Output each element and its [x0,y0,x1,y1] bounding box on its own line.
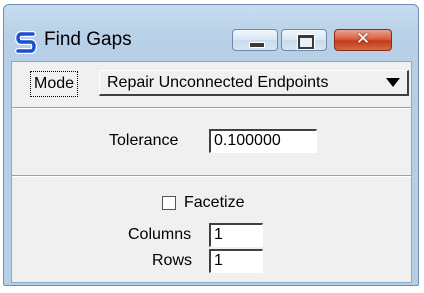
columns-label: Columns [128,226,192,243]
dropdown-arrow-icon [386,78,400,87]
minimize-icon [249,42,265,48]
close-button[interactable]: ✕ [334,29,392,51]
separator [12,175,411,177]
columns-input[interactable]: 1 [209,223,263,247]
find-gaps-window: Find Gaps ✕ Mode Repair Unconnected Endp… [3,4,419,286]
tolerance-label: Tolerance [109,132,179,149]
separator [12,107,411,109]
rows-input[interactable]: 1 [209,249,263,273]
close-icon: ✕ [355,29,371,49]
mode-label: Mode [29,71,79,97]
dialog-body: Mode Repair Unconnected Endpoints Tolera… [11,61,412,283]
title-bar[interactable]: Find Gaps ✕ [4,5,418,59]
minimize-button[interactable] [232,29,278,51]
mode-selected-value: Repair Unconnected Endpoints [107,74,329,91]
facetize-label: Facetize [184,194,245,211]
find-gaps-s-icon[interactable] [14,31,38,55]
window-title: Find Gaps [44,29,132,50]
mode-dropdown[interactable]: Repair Unconnected Endpoints [99,70,409,96]
tolerance-input[interactable]: 0.100000 [209,129,317,153]
maximize-button[interactable] [281,29,327,51]
facetize-checkbox[interactable] [162,196,176,210]
maximize-icon [297,34,315,50]
rows-label: Rows [152,252,193,269]
mode-row: Mode Repair Unconnected Endpoints [12,62,411,108]
